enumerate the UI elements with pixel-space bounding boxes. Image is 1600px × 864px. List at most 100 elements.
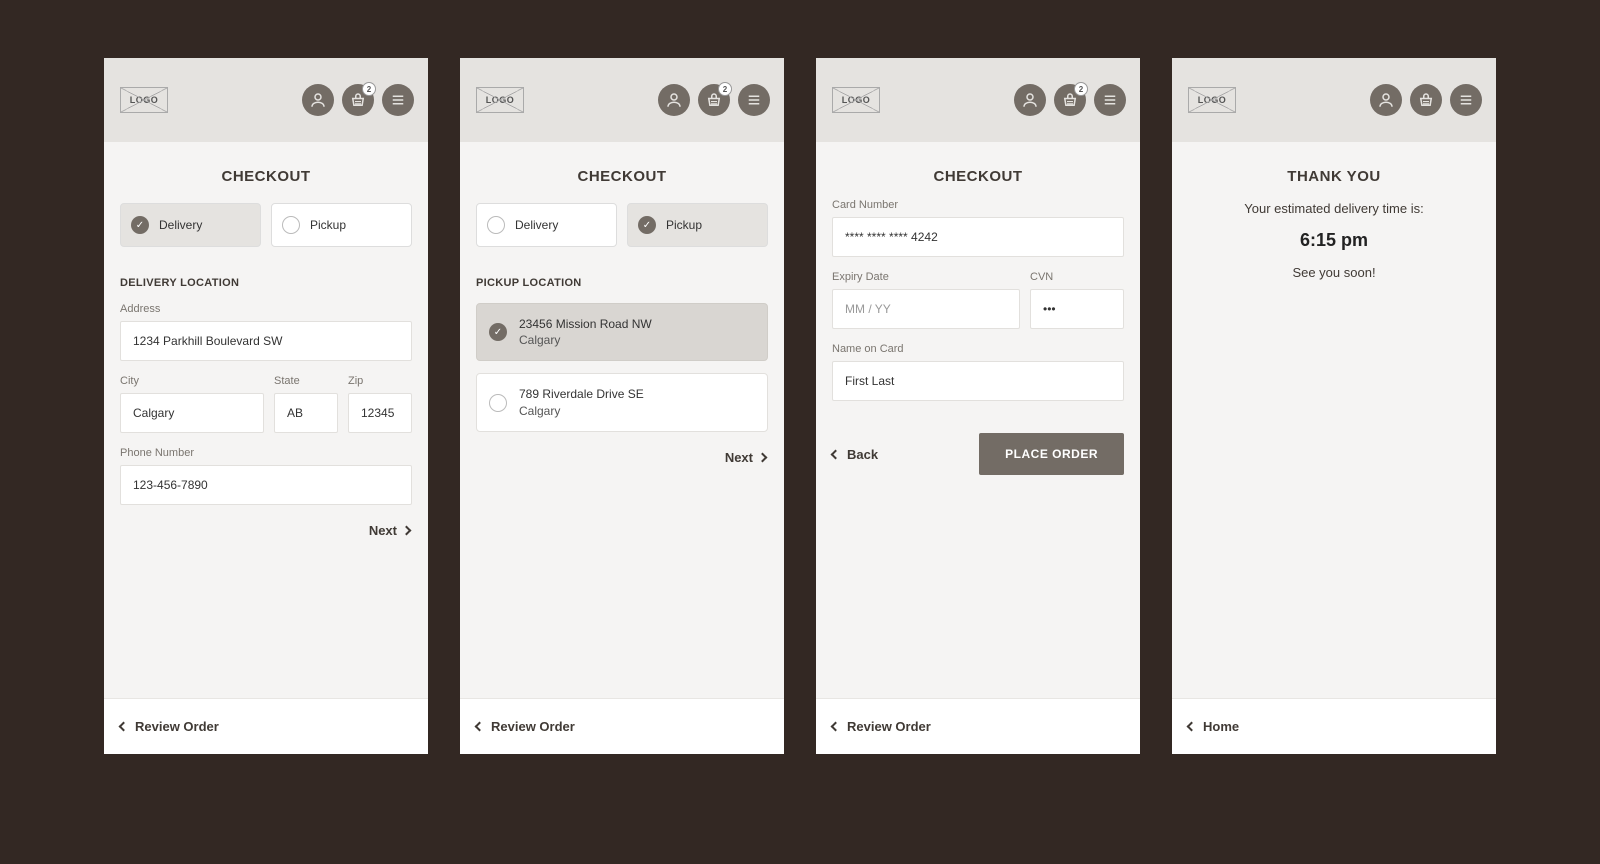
- cart-badge: 2: [362, 82, 376, 96]
- page-title: CHECKOUT: [120, 168, 412, 185]
- radio-checked-icon: [131, 216, 149, 234]
- segment-pickup[interactable]: Pickup: [627, 203, 768, 247]
- account-icon[interactable]: [658, 84, 690, 116]
- chevron-right-icon: [402, 526, 412, 536]
- footer-bar: Review Order: [460, 698, 784, 754]
- logo-placeholder[interactable]: LOGO: [1188, 87, 1236, 113]
- card-number-input[interactable]: [832, 217, 1124, 257]
- header-icons: 2: [1014, 84, 1126, 116]
- chevron-left-icon: [831, 722, 841, 732]
- radio-unchecked-icon: [489, 394, 507, 412]
- cvn-label: CVN: [1030, 271, 1124, 283]
- thank-you-screen: LOGO THANK YOU Your estimated delivery t…: [1172, 58, 1496, 754]
- basket-icon[interactable]: 2: [1054, 84, 1086, 116]
- section-heading: PICKUP LOCATION: [476, 277, 768, 289]
- zip-label: Zip: [348, 375, 412, 387]
- phone-input[interactable]: [120, 465, 412, 505]
- cvn-input[interactable]: [1030, 289, 1124, 329]
- state-input[interactable]: [274, 393, 338, 433]
- app-header: LOGO: [1172, 58, 1496, 142]
- pickup-location-2[interactable]: 789 Riverdale Drive SE Calgary: [476, 373, 768, 431]
- cart-badge: 2: [1074, 82, 1088, 96]
- segment-delivery[interactable]: Delivery: [120, 203, 261, 247]
- segment-delivery-label: Delivery: [159, 218, 202, 232]
- menu-icon[interactable]: [382, 84, 414, 116]
- logo-placeholder[interactable]: LOGO: [832, 87, 880, 113]
- place-order-button[interactable]: PLACE ORDER: [979, 433, 1124, 475]
- menu-icon[interactable]: [1094, 84, 1126, 116]
- logo-placeholder[interactable]: LOGO: [476, 87, 524, 113]
- zip-input[interactable]: [348, 393, 412, 433]
- expiry-label: Expiry Date: [832, 271, 1020, 283]
- card-number-label: Card Number: [832, 199, 1124, 211]
- content-area: CHECKOUT Delivery Pickup DELIVERY LOCATI…: [104, 142, 428, 698]
- segment-delivery-label: Delivery: [515, 218, 558, 232]
- page-title: CHECKOUT: [476, 168, 768, 185]
- page-title: THANK YOU: [1188, 168, 1480, 185]
- home-link[interactable]: Home: [1188, 719, 1239, 734]
- fulfillment-segment: Delivery Pickup: [476, 203, 768, 247]
- closing-message: See you soon!: [1188, 265, 1480, 280]
- checkout-payment-screen: LOGO 2 CHECKOUT Card Number Expiry Date …: [816, 58, 1140, 754]
- fulfillment-segment: Delivery Pickup: [120, 203, 412, 247]
- page-title: CHECKOUT: [832, 168, 1124, 185]
- account-icon[interactable]: [302, 84, 334, 116]
- account-icon[interactable]: [1014, 84, 1046, 116]
- radio-unchecked-icon: [487, 216, 505, 234]
- city-input[interactable]: [120, 393, 264, 433]
- chevron-left-icon: [831, 449, 841, 459]
- basket-icon[interactable]: 2: [342, 84, 374, 116]
- header-icons: [1370, 84, 1482, 116]
- section-heading: DELIVERY LOCATION: [120, 277, 412, 289]
- state-label: State: [274, 375, 338, 387]
- radio-checked-icon: [638, 216, 656, 234]
- next-button[interactable]: Next: [369, 523, 410, 538]
- segment-delivery[interactable]: Delivery: [476, 203, 617, 247]
- content-area: CHECKOUT Delivery Pickup PICKUP LOCATION…: [460, 142, 784, 698]
- menu-icon[interactable]: [1450, 84, 1482, 116]
- content-area: THANK YOU Your estimated delivery time i…: [1172, 142, 1496, 698]
- address-input[interactable]: [120, 321, 412, 361]
- content-area: CHECKOUT Card Number Expiry Date CVN Nam…: [816, 142, 1140, 698]
- estimate-label: Your estimated delivery time is:: [1188, 201, 1480, 216]
- chevron-left-icon: [475, 722, 485, 732]
- location-text: 23456 Mission Road NW Calgary: [519, 316, 652, 348]
- review-order-link[interactable]: Review Order: [832, 719, 931, 734]
- logo-placeholder[interactable]: LOGO: [120, 87, 168, 113]
- menu-icon[interactable]: [738, 84, 770, 116]
- chevron-left-icon: [119, 722, 129, 732]
- header-icons: 2: [302, 84, 414, 116]
- footer-bar: Home: [1172, 698, 1496, 754]
- phone-label: Phone Number: [120, 447, 412, 459]
- segment-pickup-label: Pickup: [666, 218, 702, 232]
- expiry-input[interactable]: [832, 289, 1020, 329]
- chevron-left-icon: [1187, 722, 1197, 732]
- review-order-link[interactable]: Review Order: [120, 719, 219, 734]
- checkout-pickup-screen: LOGO 2 CHECKOUT Delivery Pickup PICKUP L…: [460, 58, 784, 754]
- header-icons: 2: [658, 84, 770, 116]
- footer-bar: Review Order: [816, 698, 1140, 754]
- radio-checked-icon: [489, 323, 507, 341]
- review-order-link[interactable]: Review Order: [476, 719, 575, 734]
- estimated-time: 6:15 pm: [1188, 230, 1480, 251]
- segment-pickup[interactable]: Pickup: [271, 203, 412, 247]
- chevron-right-icon: [758, 452, 768, 462]
- segment-pickup-label: Pickup: [310, 218, 346, 232]
- name-on-card-label: Name on Card: [832, 343, 1124, 355]
- footer-bar: Review Order: [104, 698, 428, 754]
- basket-icon[interactable]: [1410, 84, 1442, 116]
- checkout-delivery-screen: LOGO 2 CHECKOUT Delivery Pickup: [104, 58, 428, 754]
- app-header: LOGO 2: [460, 58, 784, 142]
- name-on-card-input[interactable]: [832, 361, 1124, 401]
- back-button[interactable]: Back: [832, 447, 878, 462]
- app-header: LOGO 2: [104, 58, 428, 142]
- next-button[interactable]: Next: [725, 450, 766, 465]
- account-icon[interactable]: [1370, 84, 1402, 116]
- location-text: 789 Riverdale Drive SE Calgary: [519, 386, 644, 418]
- radio-unchecked-icon: [282, 216, 300, 234]
- app-header: LOGO 2: [816, 58, 1140, 142]
- basket-icon[interactable]: 2: [698, 84, 730, 116]
- city-label: City: [120, 375, 264, 387]
- address-label: Address: [120, 303, 412, 315]
- pickup-location-1[interactable]: 23456 Mission Road NW Calgary: [476, 303, 768, 361]
